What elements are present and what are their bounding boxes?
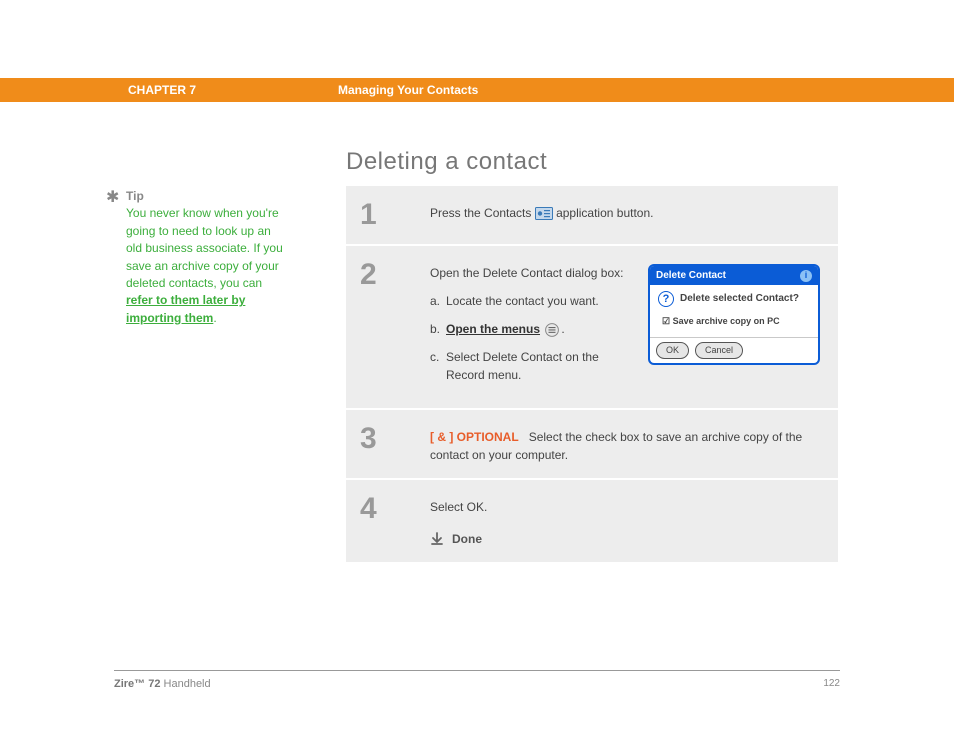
footer-page-number: 122 (823, 678, 840, 689)
dialog-title: Delete Contact (656, 268, 726, 283)
chapter-number: CHAPTER 7 (128, 83, 196, 97)
dialog-checkbox-row: ☑ Save archive copy on PC (662, 315, 810, 329)
step-3: 3 [ & ] OPTIONAL Select the check box to… (346, 408, 838, 478)
step-number: 4 (360, 494, 430, 548)
page-title: Deleting a contact (346, 148, 547, 176)
chapter-title: Managing Your Contacts (338, 83, 478, 97)
down-arrow-icon (430, 532, 444, 546)
done-indicator: Done (430, 530, 820, 548)
step-4: 4 Select OK. Done (346, 478, 838, 562)
footer-divider (114, 670, 840, 671)
dialog-footer: OK Cancel (650, 337, 818, 364)
info-icon: i (800, 270, 812, 282)
dialog-question-row: ? Delete selected Contact? (658, 291, 810, 307)
sublist-item-a: a.Locate the contact you want. (446, 292, 636, 310)
dialog-question-text: Delete selected Contact? (680, 291, 799, 307)
step2-sublist: a.Locate the contact you want. b.Open th… (430, 292, 636, 384)
step-body: Open the Delete Contact dialog box: a.Lo… (430, 260, 820, 394)
footer-product-bold: Zire™ 72 (114, 678, 160, 690)
sublist-item-c: c.Select Delete Contact on the Record me… (446, 348, 636, 384)
asterisk-icon: ✱ (106, 186, 119, 209)
sublist-b-suffix: . (561, 322, 564, 336)
step-number: 1 (360, 200, 430, 230)
step-2: 2 Open the Delete Contact dialog box: a.… (346, 244, 838, 408)
tip-block: ✱ Tip You never know when you're going t… (108, 188, 286, 327)
step-number: 3 (360, 424, 430, 464)
step-body: Select OK. Done (430, 494, 820, 548)
step2-intro: Open the Delete Contact dialog box: (430, 264, 636, 282)
step-number: 2 (360, 260, 430, 394)
checkbox-icon: ☑ (662, 316, 670, 326)
delete-contact-dialog: Delete Contact i ? Delete selected Conta… (648, 264, 820, 365)
sublist-item-b: b.Open the menus . (446, 320, 636, 338)
dialog-cancel-button[interactable]: Cancel (695, 342, 743, 360)
footer-product: Zire™ 72 Handheld (114, 678, 211, 690)
dialog-checkbox-label: Save archive copy on PC (673, 316, 780, 326)
tip-suffix: . (213, 311, 216, 325)
step4-text: Select OK. (430, 498, 820, 516)
tip-label: Tip (126, 188, 286, 205)
tip-text: You never know when you're going to need… (126, 205, 286, 327)
step1-text-before: Press the Contacts (430, 206, 535, 220)
footer-product-rest: Handheld (160, 678, 210, 690)
tip-body: You never know when you're going to need… (126, 206, 283, 290)
step-body: [ & ] OPTIONAL Select the check box to s… (430, 424, 820, 464)
menu-icon (543, 323, 561, 337)
dialog-titlebar: Delete Contact i (650, 266, 818, 285)
dialog-ok-button[interactable]: OK (656, 342, 689, 360)
step-1: 1 Press the Contacts application button. (346, 186, 838, 244)
tip-link[interactable]: refer to them later by importing them (126, 293, 245, 324)
optional-label: [ & ] OPTIONAL (430, 430, 519, 444)
steps-container: 1 Press the Contacts application button.… (346, 186, 838, 562)
question-icon: ? (658, 291, 674, 307)
done-label: Done (452, 530, 482, 548)
contacts-app-icon (535, 207, 553, 221)
step1-text-after: application button. (556, 206, 653, 220)
open-menus-link[interactable]: Open the menus (446, 322, 540, 336)
chapter-header-bar: CHAPTER 7 Managing Your Contacts (0, 78, 954, 102)
step-body: Press the Contacts application button. (430, 200, 820, 230)
